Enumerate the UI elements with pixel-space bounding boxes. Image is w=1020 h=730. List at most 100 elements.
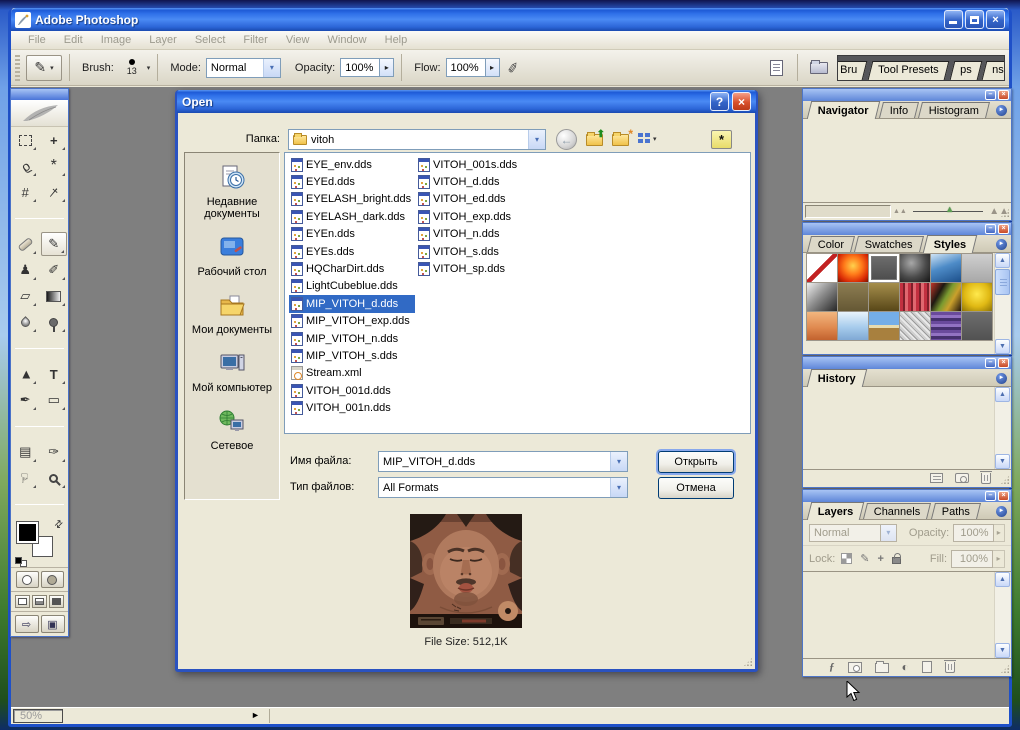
palette-minimize-button[interactable]: –	[985, 358, 996, 368]
tab-histogram[interactable]: Histogram	[918, 102, 990, 118]
imageready-logo-button[interactable]: ▣	[41, 615, 65, 633]
style-swatch[interactable]	[868, 253, 900, 283]
toggle-palette-button[interactable]	[765, 57, 787, 79]
menu-help[interactable]: Help	[376, 32, 417, 48]
place-network[interactable]: Сетевое	[186, 407, 278, 452]
menu-select[interactable]: Select	[186, 32, 235, 48]
fill-arrow-icon[interactable]: ▸	[993, 550, 1005, 568]
scroll-up-icon[interactable]: ▲	[995, 253, 1010, 268]
palette-title-bar[interactable]: – ×	[803, 223, 1011, 235]
palette-title-bar[interactable]: – ×	[803, 89, 1011, 101]
file-item[interactable]: MIP_VITOH_n.dds	[289, 330, 415, 347]
zoom-out-mountains-icon[interactable]: ▲▲	[893, 208, 907, 215]
quick-mask-mode-button[interactable]	[41, 571, 64, 588]
new-layer-icon[interactable]	[922, 661, 932, 673]
menu-view[interactable]: View	[277, 32, 319, 48]
status-menu-arrow-icon[interactable]: ►	[251, 710, 260, 720]
palette-close-button[interactable]: ×	[998, 491, 1009, 501]
styles-scrollbar[interactable]: ▲ ▼	[994, 253, 1010, 354]
slice-tool[interactable]: †	[41, 180, 67, 204]
combo-arrow-icon[interactable]: ▾	[528, 130, 545, 149]
file-item[interactable]: VITOH_sp.dds	[416, 260, 542, 277]
style-swatch[interactable]	[961, 282, 993, 312]
swap-colors-icon[interactable]: ⇄	[52, 518, 66, 532]
place-desktop[interactable]: Рабочий стол	[186, 233, 278, 278]
palette-minimize-button[interactable]: –	[985, 90, 996, 100]
tab-history[interactable]: History	[807, 369, 867, 387]
blur-tool[interactable]	[12, 310, 38, 334]
healing-brush-tool[interactable]	[12, 232, 38, 256]
cancel-button[interactable]: Отмена	[658, 477, 734, 499]
options-bar-grip[interactable]	[15, 55, 20, 81]
minimize-button[interactable]	[944, 10, 963, 29]
folder-combobox[interactable]: vitoh ▾	[288, 129, 546, 150]
airbrush-toggle[interactable]: ✐	[498, 53, 528, 81]
tab-swatches[interactable]: Swatches	[854, 236, 924, 252]
eraser-tool[interactable]: ▱	[12, 284, 38, 308]
place-my-documents[interactable]: Мои документы	[186, 291, 278, 336]
new-snapshot-icon[interactable]	[955, 473, 969, 483]
tab-layers[interactable]: Layers	[807, 502, 865, 520]
maximize-button[interactable]	[965, 10, 984, 29]
current-tool-button[interactable]: ✎ ▾	[26, 55, 62, 81]
menu-filter[interactable]: Filter	[234, 32, 276, 48]
palette-menu-icon[interactable]: ►	[996, 506, 1007, 517]
layer-style-icon[interactable]: ƒ	[829, 661, 835, 673]
style-swatch[interactable]	[837, 282, 869, 312]
history-brush-tool[interactable]: ✐	[41, 258, 67, 282]
file-item[interactable]: MIP_VITOH_s.dds	[289, 347, 415, 364]
fullscreen-button[interactable]	[49, 595, 64, 608]
tab-color[interactable]: Color	[807, 236, 855, 252]
combo-arrow-icon[interactable]: ▾	[610, 478, 627, 497]
palette-title-bar[interactable]: – ×	[803, 490, 1011, 502]
palette-menu-icon[interactable]: ►	[996, 105, 1007, 116]
zoom-tool[interactable]	[41, 466, 67, 490]
open-button[interactable]: Открыть	[658, 451, 734, 473]
palette-minimize-button[interactable]: –	[985, 491, 996, 501]
opacity-arrow-icon[interactable]: ▸	[994, 524, 1005, 542]
palette-close-button[interactable]: ×	[998, 224, 1009, 234]
scroll-down-icon[interactable]: ▼	[995, 643, 1010, 658]
eyedropper-tool[interactable]: ✑	[41, 440, 67, 464]
palette-well-tab[interactable]: Bru	[837, 61, 867, 80]
adjustment-layer-icon[interactable]: ◐	[902, 660, 909, 674]
up-one-level-button[interactable]: ⬆	[586, 134, 603, 146]
foreground-color-swatch[interactable]	[17, 522, 38, 543]
new-group-icon[interactable]	[875, 663, 889, 673]
close-button[interactable]: ×	[986, 10, 1005, 29]
file-item[interactable]: EYEn.dds	[289, 226, 415, 243]
chevron-down-icon[interactable]: ▾	[147, 64, 151, 72]
file-item[interactable]: Stream.xml	[289, 365, 415, 382]
scroll-down-icon[interactable]: ▼	[995, 454, 1010, 469]
default-colors-icon[interactable]	[15, 557, 22, 564]
combo-arrow-icon[interactable]: ▾	[610, 452, 627, 471]
style-swatch[interactable]	[899, 311, 931, 341]
path-selection-tool[interactable]: ►	[12, 362, 38, 386]
crop-tool[interactable]: #	[12, 180, 38, 204]
layers-scrollbar[interactable]: ▲ ▼	[994, 572, 1010, 658]
gradient-tool[interactable]	[41, 284, 67, 308]
style-swatch[interactable]	[930, 253, 962, 283]
delete-state-icon[interactable]	[981, 473, 991, 484]
file-item[interactable]: EYEs.dds	[289, 243, 415, 260]
menu-layer[interactable]: Layer	[140, 32, 186, 48]
style-swatch[interactable]	[930, 282, 962, 312]
style-swatch[interactable]	[930, 311, 962, 341]
palette-resize-grip[interactable]	[1000, 664, 1010, 674]
new-folder-button[interactable]: *	[612, 134, 629, 146]
file-browser-button[interactable]	[808, 57, 830, 79]
blend-mode-select[interactable]: Normal ▾	[809, 524, 897, 542]
delete-layer-icon[interactable]	[945, 662, 955, 673]
combo-arrow-icon[interactable]: ▾	[263, 59, 280, 77]
file-item[interactable]: EYEd.dds	[289, 173, 415, 190]
tab-channels[interactable]: Channels	[863, 503, 931, 519]
move-tool[interactable]: +	[41, 128, 67, 152]
lock-paint-icon[interactable]: ✎	[860, 552, 869, 565]
dialog-close-button[interactable]: ×	[732, 92, 751, 111]
file-item[interactable]: EYE_env.dds	[289, 156, 415, 173]
navigator-zoom-field[interactable]	[805, 205, 891, 218]
menu-file[interactable]: File	[19, 32, 55, 48]
file-item[interactable]: VITOH_001n.dds	[289, 399, 415, 416]
style-swatch[interactable]	[868, 282, 900, 312]
zoom-slider-thumb[interactable]: ▲	[945, 204, 954, 214]
